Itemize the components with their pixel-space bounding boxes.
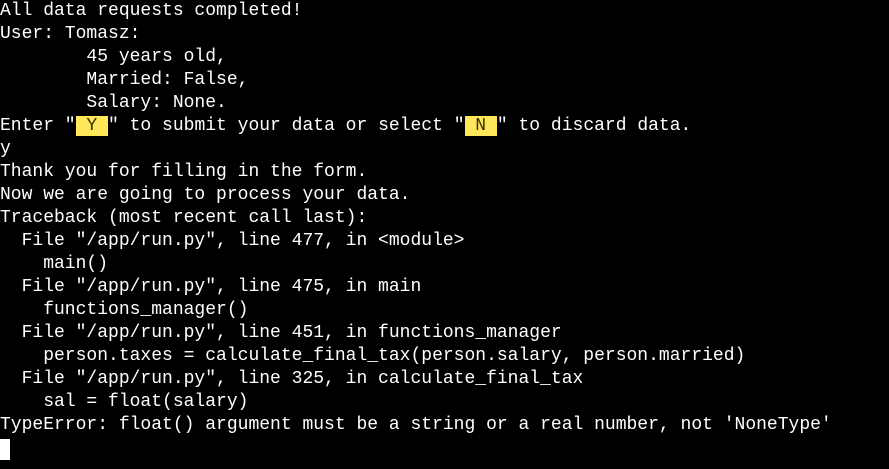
- yes-key-highlight: Y: [75, 116, 109, 136]
- traceback-line: File "/app/run.py", line 451, in functio…: [0, 323, 562, 343]
- traceback-line: functions_manager(): [0, 300, 249, 320]
- traceback-line: main(): [0, 254, 109, 274]
- user-input-line: y: [0, 139, 11, 159]
- prompt-text: Enter ": [0, 116, 76, 136]
- terminal-cursor[interactable]: [0, 439, 10, 460]
- traceback-line: File "/app/run.py", line 477, in <module…: [0, 231, 465, 251]
- terminal-line: Married: False,: [0, 70, 249, 90]
- terminal-line: 45 years old,: [0, 47, 227, 67]
- traceback-header: Traceback (most recent call last):: [0, 208, 368, 228]
- cursor-line[interactable]: [0, 437, 889, 460]
- terminal-line: User: Tomasz:: [0, 24, 141, 44]
- traceback-line: person.taxes = calculate_final_tax(perso…: [0, 346, 746, 366]
- traceback-line: sal = float(salary): [0, 392, 249, 412]
- traceback-line: File "/app/run.py", line 475, in main: [0, 277, 422, 297]
- traceback-line: File "/app/run.py", line 325, in calcula…: [0, 369, 584, 389]
- no-key-highlight: N: [464, 116, 497, 136]
- error-line: TypeError: float() argument must be a st…: [0, 415, 832, 435]
- terminal-line: Thank you for filling in the form.: [0, 162, 368, 182]
- terminal-window[interactable]: All data requests completed! User: Tomas…: [0, 0, 889, 469]
- prompt-line: Enter " Y " to submit your data or selec…: [0, 115, 889, 138]
- prompt-text: " to discard data.: [496, 116, 692, 136]
- terminal-line: All data requests completed!: [0, 1, 303, 21]
- terminal-line: Now we are going to process your data.: [0, 185, 411, 205]
- prompt-text: " to submit your data or select ": [108, 116, 465, 136]
- terminal-line: Salary: None.: [0, 93, 227, 113]
